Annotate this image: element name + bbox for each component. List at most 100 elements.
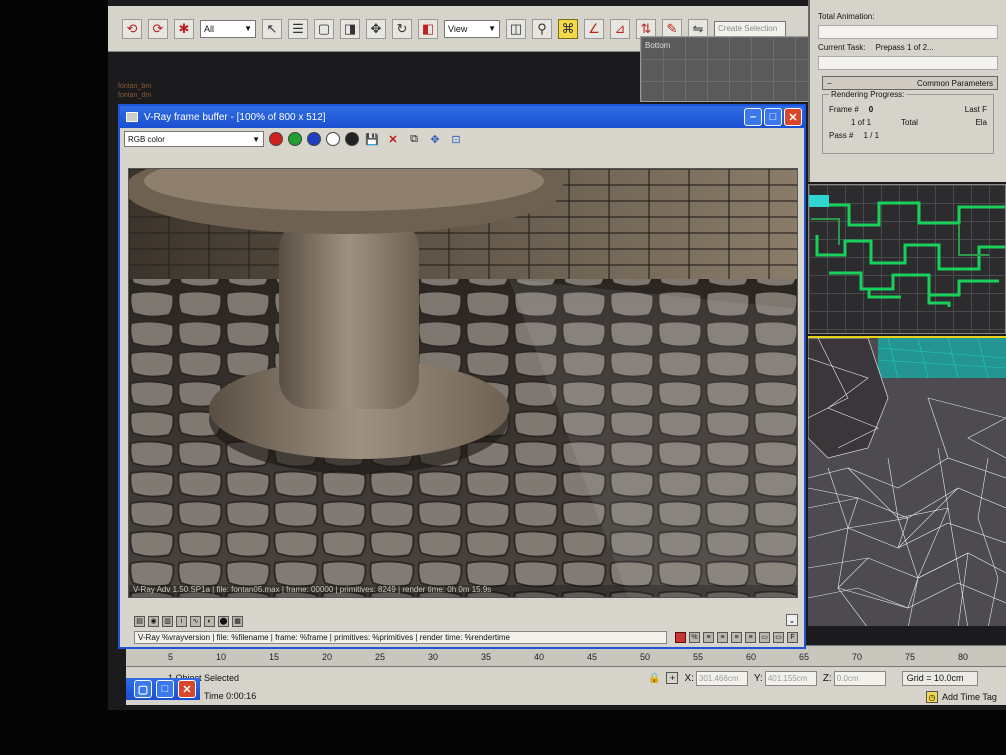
exposure-icon[interactable]: ◐ xyxy=(204,615,215,627)
tick-label: 80 xyxy=(958,652,969,662)
move-icon[interactable]: ✥ xyxy=(366,18,386,39)
stamp-text-field[interactable]: V-Ray %vrayversion | file: %filename | f… xyxy=(134,630,667,644)
minimize-button[interactable]: – xyxy=(744,108,762,126)
current-task-row: Current Task: Prepass 1 of 2... xyxy=(810,43,1006,52)
common-parameters-label: Common Parameters xyxy=(916,78,993,88)
viewport-bottom[interactable]: Bottom xyxy=(640,36,816,102)
lut-icon[interactable]: ▦ xyxy=(232,615,243,627)
maximize-button[interactable]: □ xyxy=(156,680,174,698)
x-coordinate-field[interactable]: 301.466cm xyxy=(695,670,748,686)
named-selection-placeholder: Create Selection xyxy=(718,24,778,33)
tick-label: 60 xyxy=(746,652,757,662)
blue-channel-button[interactable] xyxy=(307,132,321,146)
prompt-line: Time 0:00:16 ◷ Add Time Tag xyxy=(126,689,1006,705)
rectangular-selection-icon[interactable]: ▢ xyxy=(314,18,334,39)
tick-label: 10 xyxy=(216,652,227,662)
tick-label: 35 xyxy=(481,652,492,662)
stamp-tools: % ≡ ≡ ≡ ≡ ▭ ▭ F xyxy=(675,631,798,643)
angle-snap-icon[interactable]: ∠ xyxy=(584,18,604,39)
pass-row: Pass # 1 / 1 xyxy=(829,131,987,140)
align-right-icon[interactable]: ≡ xyxy=(731,631,742,643)
justify-icon[interactable]: ≡ xyxy=(745,631,756,643)
vfb-bottom-toolbar: ▤ ◉ ▥ i ∿ ◐ ⬤ ▦ xyxy=(134,614,243,628)
grid-size-readout: Grid = 10.0cm xyxy=(901,670,978,686)
chevron-down-icon: ▼ xyxy=(488,24,496,33)
lens-effects-icon[interactable]: ◉ xyxy=(148,615,159,627)
selection-filter-dropdown[interactable]: All ▼ xyxy=(200,19,256,38)
curve-icon[interactable]: ∿ xyxy=(190,615,201,627)
clear-image-icon[interactable]: ✕ xyxy=(385,131,401,147)
tick-label: 25 xyxy=(375,652,386,662)
render-image[interactable]: V-Ray Adv 1.50.SP1a | file: fontan05.max… xyxy=(128,168,798,598)
green-channel-button[interactable] xyxy=(288,132,302,146)
named-selection-input[interactable]: Create Selection xyxy=(714,20,786,37)
scene-explorer-text: fontan_bm fontan_dm xyxy=(118,82,151,100)
reference-coord-dropdown[interactable]: View ▼ xyxy=(444,19,500,38)
render-progress-panel: Total Animation: Current Task: Prepass 1… xyxy=(808,0,1006,182)
scale-icon[interactable]: ◧ xyxy=(418,18,438,39)
history-icon[interactable]: ▤ xyxy=(134,615,145,627)
close-button[interactable]: ✕ xyxy=(784,108,802,126)
align-center-icon[interactable]: ≡ xyxy=(717,631,728,643)
render-region-icon[interactable]: ⊡ xyxy=(448,131,464,147)
vray-frame-buffer-window: V-Ray frame buffer - [100% of 800 x 512]… xyxy=(118,104,806,649)
scene-item: fontan_bm xyxy=(118,83,152,90)
y-label: Y: xyxy=(753,672,763,684)
absolute-mode-icon[interactable]: + xyxy=(666,672,679,684)
select-object-icon[interactable]: ↖ xyxy=(262,18,282,39)
save-icon[interactable]: 💾 xyxy=(364,131,380,147)
stamp-tool-button[interactable]: % xyxy=(689,631,700,643)
viewport-top-right[interactable] xyxy=(808,184,1006,334)
window-crossing-icon[interactable]: ◨ xyxy=(340,18,360,39)
lock-icon[interactable]: 🔒 xyxy=(648,673,660,684)
chevron-down-icon: ▼ xyxy=(244,24,252,33)
select-by-name-icon[interactable]: ☰ xyxy=(288,18,308,39)
track-mouse-icon[interactable]: ✥ xyxy=(427,131,443,147)
tick-label: 75 xyxy=(905,652,916,662)
z-coordinate-field[interactable]: 0.0cm xyxy=(833,670,886,686)
tick-label: 65 xyxy=(799,652,810,662)
pivot-center-icon[interactable]: ◫ xyxy=(506,18,526,39)
levels-icon[interactable]: ▥ xyxy=(162,615,173,627)
viewport-perspective-wireframe[interactable] xyxy=(808,336,1006,626)
render-info-stamp: V-Ray Adv 1.50.SP1a | file: fontan05.max… xyxy=(129,585,797,597)
info-icon[interactable]: i xyxy=(176,615,187,627)
font-icon[interactable]: F xyxy=(787,631,798,643)
bind-spacewarp-icon[interactable]: ✱ xyxy=(174,18,194,39)
total-animation-label: Total Animation: xyxy=(818,12,875,21)
vfb-title-bar[interactable]: V-Ray frame buffer - [100% of 800 x 512]… xyxy=(120,106,804,128)
restore-button[interactable]: ▢ xyxy=(134,680,152,698)
color-correct-icon[interactable]: ⬤ xyxy=(218,615,229,627)
manipulate-icon[interactable]: ⚲ xyxy=(532,18,552,39)
vfb-title: V-Ray frame buffer - [100% of 800 x 512] xyxy=(144,111,326,123)
stamp-toggle-icon[interactable] xyxy=(675,631,686,643)
expand-panel-button[interactable]: ⌄ xyxy=(786,614,798,626)
render-time-readout: Time 0:00:16 xyxy=(204,691,257,701)
frame-label: Frame # xyxy=(829,105,859,114)
rotate-icon[interactable]: ↻ xyxy=(392,18,412,39)
alpha-channel-button[interactable] xyxy=(326,132,340,146)
frame-icon[interactable]: ▭ xyxy=(773,631,784,643)
render-channel-value: RGB color xyxy=(128,134,165,144)
maximize-button[interactable]: □ xyxy=(764,108,782,126)
total-animation-bar xyxy=(818,25,998,39)
y-coordinate-field[interactable]: 401.155cm xyxy=(764,670,817,686)
close-button[interactable]: ✕ xyxy=(178,680,196,698)
tick-label: 40 xyxy=(534,652,545,662)
duplicate-vfb-icon[interactable]: ⧉ xyxy=(406,131,422,147)
render-channel-dropdown[interactable]: RGB color ▼ xyxy=(124,131,264,147)
viewport-label[interactable]: Bottom xyxy=(641,37,815,54)
mono-channel-button[interactable] xyxy=(345,132,359,146)
select-link-icon[interactable]: ⟲ xyxy=(122,18,142,39)
red-channel-button[interactable] xyxy=(269,132,283,146)
common-parameters-rollout[interactable]: − Common Parameters xyxy=(822,76,998,90)
snap-toggle-icon[interactable]: ⌘ xyxy=(558,18,578,39)
unlink-icon[interactable]: ⟳ xyxy=(148,18,168,39)
rendering-progress-label: Rendering Progress: xyxy=(829,90,907,99)
align-left-icon[interactable]: ≡ xyxy=(703,631,714,643)
percent-snap-icon[interactable]: ⊿ xyxy=(610,18,630,39)
frame-value: 0 xyxy=(868,105,874,114)
add-time-tag-button[interactable]: ◷ Add Time Tag xyxy=(926,691,997,703)
frame-icon[interactable]: ▭ xyxy=(759,631,770,643)
tick-label: 55 xyxy=(693,652,704,662)
